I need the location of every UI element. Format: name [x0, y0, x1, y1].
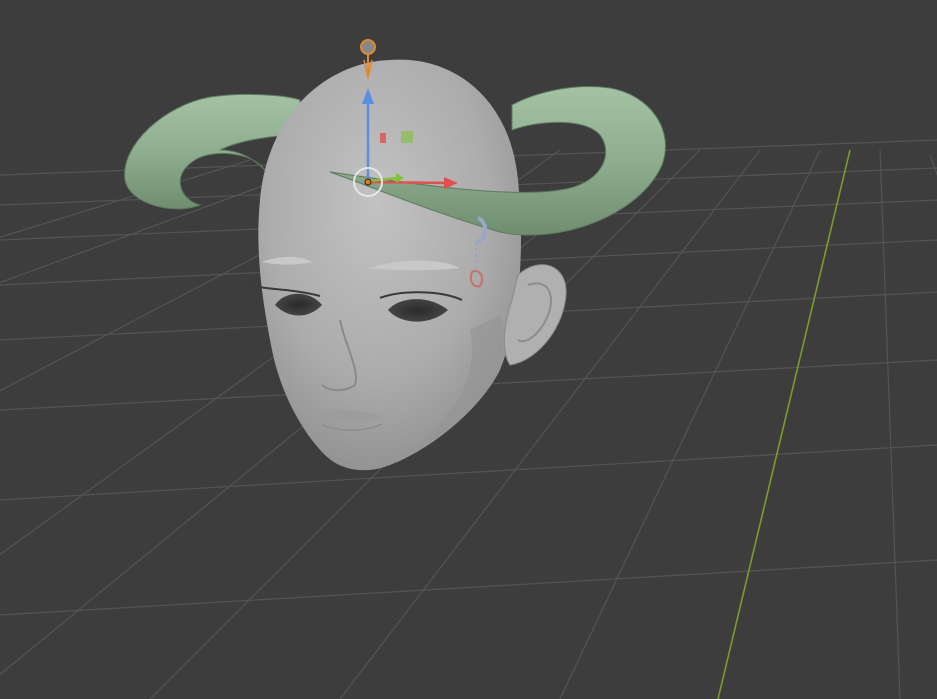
viewport-canvas[interactable]: [0, 0, 937, 699]
3d-viewport[interactable]: [0, 0, 937, 699]
y-axis-line: [717, 149, 851, 699]
